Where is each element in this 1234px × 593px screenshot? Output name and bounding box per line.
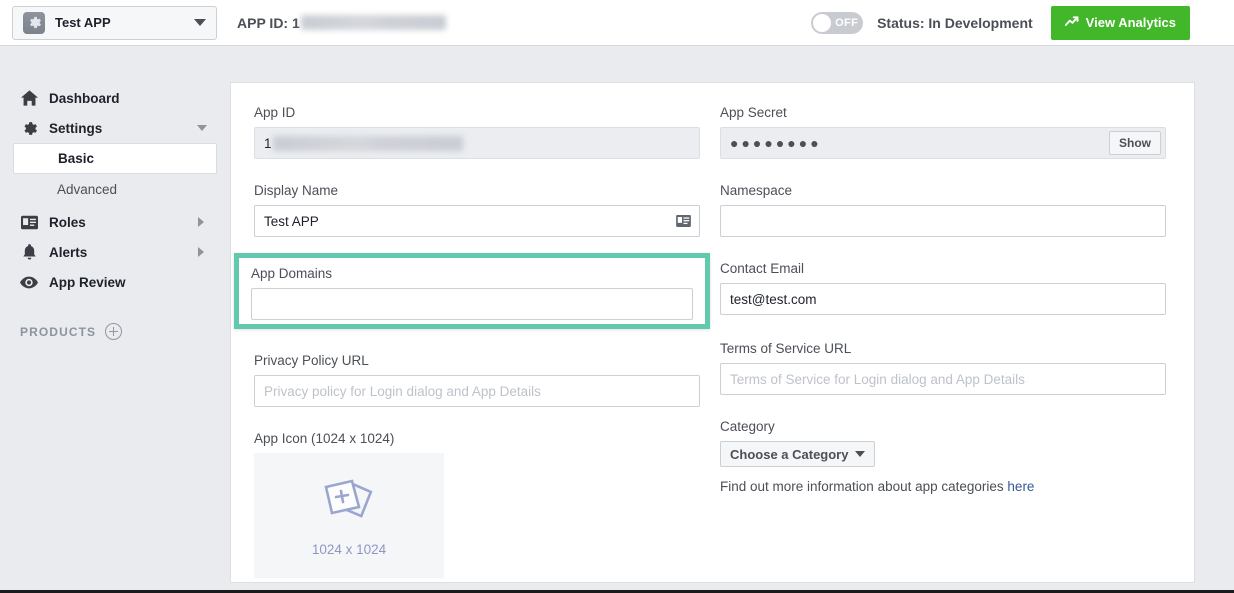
app-live-toggle[interactable]: OFF: [811, 11, 864, 34]
form-column-left: App ID 1 Display Name Test APP Privacy P…: [254, 105, 700, 593]
category-help-prefix: Find out more information about app cate…: [720, 479, 1008, 494]
field-label: Namespace: [720, 183, 793, 198]
sidebar-item-dashboard[interactable]: Dashboard: [0, 83, 229, 113]
sidebar-item-label: Roles: [49, 214, 86, 230]
app-id-value-redaction: [272, 135, 463, 151]
field-app-icon: App Icon (1024 x 1024) 1024 x 1024: [254, 431, 700, 578]
field-contact-email: Contact Email: [720, 261, 1166, 315]
field-label: App ID: [254, 105, 296, 120]
sidebar-item-label: Alerts: [49, 244, 88, 260]
field-category: Category Choose a Category Find out more…: [720, 419, 1166, 494]
app-domains-input[interactable]: [251, 288, 693, 320]
sidebar-item-label: App Review: [49, 274, 126, 290]
sidebar-item-roles[interactable]: Roles: [0, 207, 229, 237]
app-icon-uploader[interactable]: 1024 x 1024: [254, 453, 444, 578]
chevron-right-icon[interactable]: [198, 217, 204, 227]
sidebar-item-label: Settings: [49, 120, 103, 136]
app-switcher-name: Test APP: [55, 15, 111, 30]
sidebar-item-label: Dashboard: [49, 90, 120, 106]
app-id-redaction: [300, 15, 446, 30]
contact-email-input[interactable]: [720, 283, 1166, 315]
app-domains-highlight: App Domains: [234, 253, 710, 329]
sidebar-item-settings[interactable]: Settings: [0, 113, 229, 143]
sidebar-subitem-label: Basic: [58, 151, 95, 166]
contact-card-icon[interactable]: [673, 211, 694, 231]
sidebar-subitem-basic[interactable]: Basic: [13, 143, 217, 174]
gear-icon: [20, 119, 38, 137]
field-label: Display Name: [254, 183, 339, 198]
terms-of-service-url-input[interactable]: [720, 363, 1166, 395]
field-terms-of-service-url: Terms of Service URL: [720, 341, 1166, 395]
sidebar-item-app-review[interactable]: App Review: [0, 267, 229, 297]
basic-settings-form: App ID 1 Display Name Test APP Privacy P…: [231, 83, 1194, 578]
bell-icon: [20, 243, 38, 261]
sidebar-item-alerts[interactable]: Alerts: [0, 237, 229, 267]
field-label: Terms of Service URL: [720, 341, 852, 356]
toggle-state-label: OFF: [835, 16, 859, 29]
field-label: App Domains: [251, 266, 333, 281]
products-section-header: PRODUCTS: [0, 323, 229, 340]
field-label: App Secret: [720, 105, 787, 120]
field-label: App Icon (1024 x 1024): [254, 431, 395, 446]
app-secret-wrap: ●●●●●●●● Show: [720, 127, 1166, 159]
chevron-down-icon: [855, 451, 866, 457]
field-display-name: Display Name: [254, 183, 700, 237]
privacy-policy-url-input[interactable]: [254, 375, 700, 407]
eye-icon: [20, 273, 38, 291]
app-switcher-dropdown[interactable]: Test APP: [12, 5, 217, 40]
field-namespace: Namespace: [720, 183, 1166, 237]
field-app-domains: App Domains: [239, 258, 705, 320]
chevron-right-icon[interactable]: [198, 247, 204, 257]
view-analytics-button[interactable]: View Analytics: [1050, 5, 1190, 40]
display-name-input[interactable]: [254, 205, 700, 237]
form-column-right: App Secret ●●●●●●●● Show Namespace Conta…: [720, 105, 1166, 518]
app-secret-value: ●●●●●●●●: [730, 135, 822, 151]
settings-basic-panel: App ID 1 Display Name Test APP Privacy P…: [230, 82, 1195, 583]
app-secret-input[interactable]: ●●●●●●●●: [720, 127, 1166, 159]
choose-category-label: Choose a Category: [730, 446, 849, 462]
app-id-value: 1: [264, 135, 272, 151]
field-label: Contact Email: [720, 261, 805, 276]
choose-category-dropdown[interactable]: Choose a Category: [720, 441, 876, 467]
gear-icon: [23, 11, 45, 34]
trend-up-icon: [1064, 15, 1079, 31]
status-badge: Status: In Development: [877, 14, 1033, 31]
sidebar-subitem-label: Advanced: [57, 181, 118, 197]
app-icon-caption: 1024 x 1024: [311, 541, 387, 557]
id-card-icon: [20, 213, 38, 231]
chevron-down-icon[interactable]: [197, 125, 207, 131]
plus-circle-icon[interactable]: [105, 323, 123, 340]
add-photo-icon: [318, 475, 380, 534]
field-label: Category: [720, 419, 775, 434]
field-app-id: App ID 1: [254, 105, 700, 159]
toggle-knob: [813, 13, 832, 32]
app-id-input[interactable]: 1: [254, 127, 700, 159]
chevron-down-icon: [194, 19, 206, 26]
app-id-text: APP ID: 1: [237, 14, 300, 31]
category-help-link[interactable]: here: [1007, 479, 1034, 494]
namespace-input[interactable]: [720, 205, 1166, 237]
view-analytics-label: View Analytics: [1085, 15, 1176, 30]
home-icon: [20, 89, 38, 107]
field-privacy-policy-url: Privacy Policy URL: [254, 353, 700, 407]
field-app-secret: App Secret ●●●●●●●● Show: [720, 105, 1166, 159]
products-label: PRODUCTS: [20, 324, 97, 339]
sidebar-subitem-advanced[interactable]: Advanced: [13, 174, 217, 204]
show-app-secret-button[interactable]: Show: [1109, 131, 1161, 155]
sidebar: Dashboard Settings Basic Advanced Roles: [0, 47, 229, 593]
app-id-display: APP ID: 1: [237, 15, 446, 31]
display-name-wrap: [254, 205, 700, 237]
category-help-text: Find out more information about app cate…: [720, 479, 1166, 494]
top-bar-right-group: OFF Status: In Development View Analytic…: [811, 0, 1234, 45]
field-label: Privacy Policy URL: [254, 353, 369, 368]
top-bar: Test APP APP ID: 1 OFF Status: In Develo…: [0, 0, 1234, 46]
